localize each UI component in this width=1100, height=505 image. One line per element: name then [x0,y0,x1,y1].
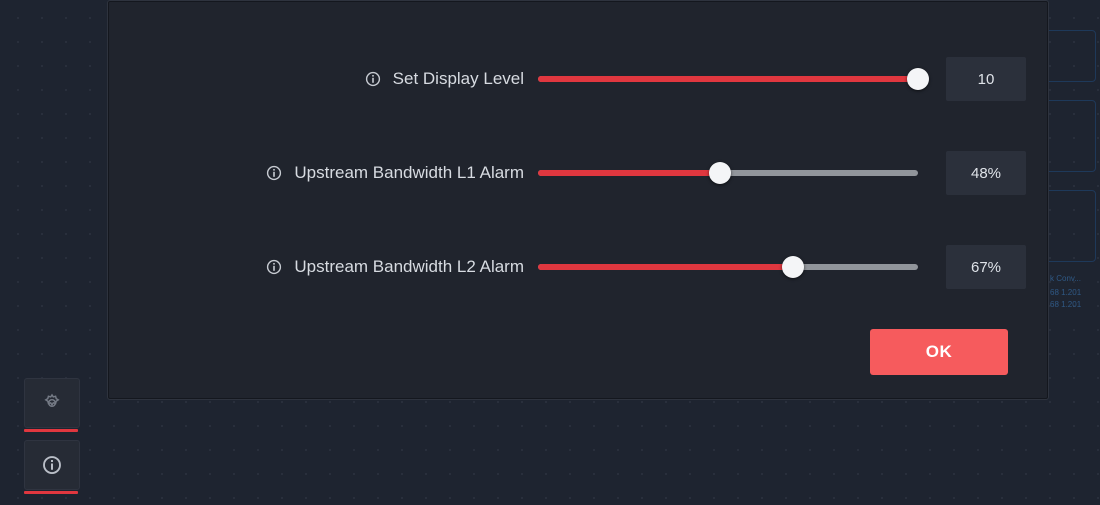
slider-fill [538,264,793,270]
bg-label: 68 1.201 [1050,288,1094,297]
info-icon[interactable] [365,71,381,87]
label-block: Upstream Bandwidth L2 Alarm [108,257,538,277]
bg-label: 68 1.201 [1050,300,1094,309]
row-display-level: Set Display Level 10 [108,59,1048,99]
slider-label: Upstream Bandwidth L2 Alarm [294,257,524,277]
active-underline [24,429,78,432]
row-l1-alarm: Upstream Bandwidth L1 Alarm 48% [108,153,1048,193]
label-block: Set Display Level [108,69,538,89]
bg-label: k Conv... [1050,274,1094,283]
l1-alarm-value: 48% [946,151,1026,195]
slider-thumb[interactable] [907,68,929,90]
slider-fill [538,76,918,82]
active-underline [24,491,78,494]
slider-fill [538,170,720,176]
l1-alarm-slider[interactable] [538,170,918,176]
l2-alarm-slider[interactable] [538,264,918,270]
l2-alarm-value: 67% [946,245,1026,289]
settings-button[interactable] [24,378,80,428]
settings-dialog: Set Display Level 10 Upstream Bandwidth … [107,0,1049,400]
display-level-slider[interactable] [538,76,918,82]
slider-thumb[interactable] [709,162,731,184]
label-block: Upstream Bandwidth L1 Alarm [108,163,538,183]
slider-label: Upstream Bandwidth L1 Alarm [294,163,524,183]
row-l2-alarm: Upstream Bandwidth L2 Alarm 67% [108,247,1048,287]
slider-thumb[interactable] [782,256,804,278]
slider-label: Set Display Level [393,69,524,89]
ok-button[interactable]: OK [870,329,1008,375]
info-icon[interactable] [266,165,282,181]
display-level-value: 10 [946,57,1026,101]
info-icon[interactable] [266,259,282,275]
info-button[interactable] [24,440,80,490]
